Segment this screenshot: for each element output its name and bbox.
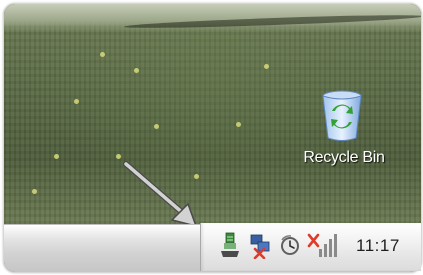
wallpaper-flower	[154, 124, 159, 129]
wallpaper-flower	[100, 52, 105, 57]
wallpaper-flower	[54, 154, 59, 159]
system-tray: 11:17	[200, 223, 421, 271]
wallpaper-flower	[236, 122, 241, 127]
wallpaper-flower	[74, 99, 79, 104]
wallpaper-flower	[32, 189, 37, 194]
desktop-background: Recycle Bin	[4, 4, 421, 224]
clock-sync-icon[interactable]	[279, 231, 301, 259]
recycle-bin-icon	[322, 90, 362, 141]
taskbar-clock[interactable]: 11:17	[356, 236, 400, 256]
desktop-icon-label: Recycle Bin	[303, 149, 385, 166]
wallpaper-flower	[134, 68, 139, 73]
wallpaper-flower	[264, 64, 269, 69]
wallpaper-flower	[116, 154, 121, 159]
usb-device-icon[interactable]	[219, 231, 241, 259]
wireless-signal-error-icon[interactable]	[307, 231, 337, 259]
arrow-pointer-icon	[123, 161, 198, 228]
network-disconnected-icon[interactable]	[249, 231, 271, 259]
desktop-icon-recycle-bin[interactable]: Recycle Bin	[289, 89, 399, 179]
